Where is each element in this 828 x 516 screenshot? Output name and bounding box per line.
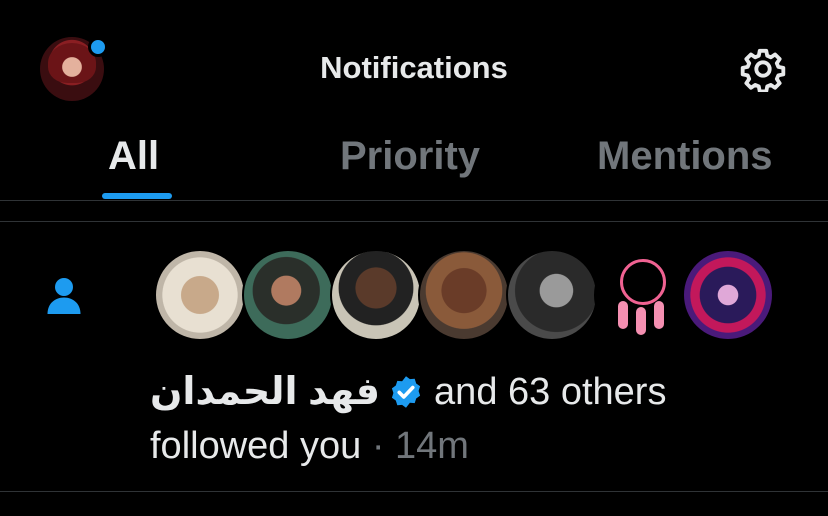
dreamcatcher-image bbox=[620, 259, 666, 305]
feather-shape bbox=[654, 301, 664, 329]
row-divider bbox=[0, 491, 828, 492]
page-title: Notifications bbox=[320, 50, 508, 85]
follower-name[interactable]: فهد الحمدان bbox=[150, 371, 380, 413]
top-bar: Notifications bbox=[0, 0, 828, 130]
notification-headline: فهد الحمدان and 63 others bbox=[150, 369, 666, 414]
action-text: followed you bbox=[150, 425, 362, 467]
verified-badge-icon bbox=[391, 376, 421, 408]
feather-shape bbox=[636, 307, 646, 335]
gear-icon[interactable] bbox=[740, 46, 786, 92]
person-icon bbox=[47, 278, 81, 314]
follower-avatar[interactable] bbox=[682, 249, 774, 341]
follower-avatar[interactable] bbox=[594, 249, 686, 341]
tab-priority[interactable]: Priority bbox=[340, 134, 480, 179]
tabs-divider bbox=[0, 200, 828, 201]
notification-subline: followed you · 14m bbox=[150, 425, 469, 468]
tab-mentions[interactable]: Mentions bbox=[597, 134, 773, 179]
feather-shape bbox=[618, 301, 628, 329]
timestamp: 14m bbox=[395, 425, 469, 467]
follower-avatar[interactable] bbox=[418, 249, 510, 341]
follower-avatar[interactable] bbox=[330, 249, 422, 341]
notification-item[interactable]: فهد الحمدان and 63 others followed you ·… bbox=[0, 221, 828, 491]
notification-tabs: All Priority Mentions bbox=[0, 130, 828, 200]
others-count: and 63 others bbox=[434, 371, 667, 413]
separator: · bbox=[371, 425, 385, 467]
follower-avatar[interactable] bbox=[506, 249, 598, 341]
active-tab-indicator bbox=[102, 193, 172, 199]
follower-avatar[interactable] bbox=[242, 249, 334, 341]
follower-avatar[interactable] bbox=[154, 249, 246, 341]
tab-all[interactable]: All bbox=[108, 134, 159, 179]
